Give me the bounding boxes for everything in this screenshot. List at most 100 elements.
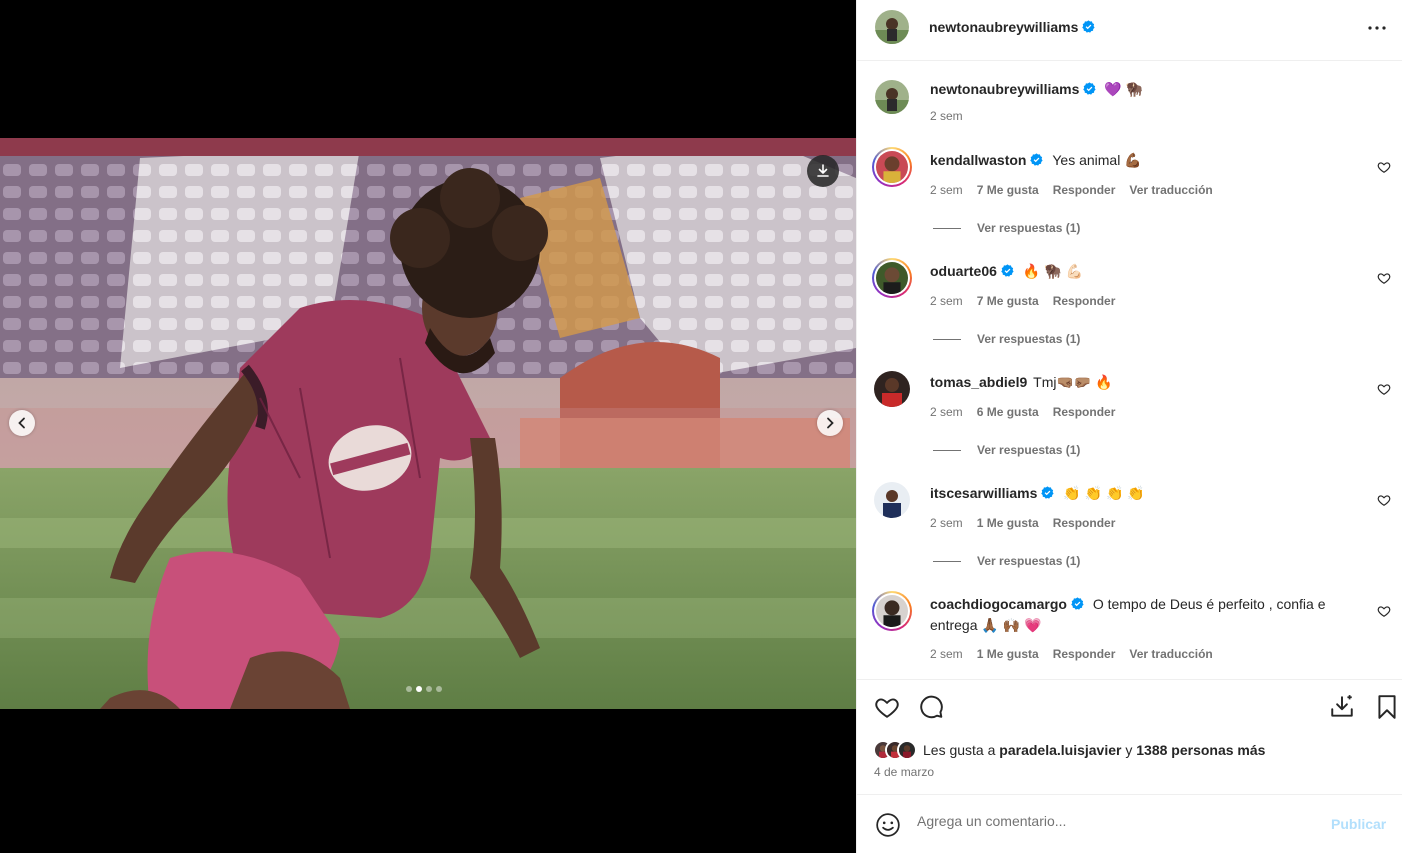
comment-text: tomas_abdiel9 Tmj🤜🏽🤛🏽 🔥 — [930, 372, 1370, 393]
comment-likes[interactable]: 1 Me gusta — [977, 647, 1039, 661]
comment-likes[interactable]: 1 Me gusta — [977, 516, 1039, 530]
caption-timestamp[interactable]: 2 sem — [930, 109, 963, 123]
view-replies-button[interactable]: Ver respuestas (1) — [933, 221, 1080, 235]
verified-badge-icon — [1083, 82, 1096, 95]
likes-connector: y — [1125, 742, 1133, 758]
publish-button[interactable]: Publicar — [1331, 816, 1386, 832]
reply-button[interactable]: Responder — [1053, 294, 1116, 308]
author-name-row: newtonaubreywilliams — [929, 19, 1095, 37]
comment-meta: 2 sem 1 Me gusta Responder — [930, 516, 1115, 530]
comment-time[interactable]: 2 sem — [930, 294, 963, 308]
previous-slide-button[interactable] — [9, 410, 35, 436]
chevron-right-icon — [827, 417, 834, 429]
post-actions: Les gusta a paradela.luisjavier y 1388 p… — [857, 679, 1402, 794]
view-replies-label: Ver respuestas (1) — [977, 443, 1081, 457]
bookmark-icon[interactable] — [1374, 694, 1400, 720]
view-replies-button[interactable]: Ver respuestas (1) — [933, 332, 1080, 346]
comment-likes[interactable]: 6 Me gusta — [977, 405, 1039, 419]
liker-username[interactable]: paradela.luisjavier — [999, 742, 1121, 758]
view-replies-label: Ver respuestas (1) — [977, 554, 1081, 568]
comment-body: Yes animal 💪🏾 — [1052, 152, 1142, 168]
comment-meta: 2 sem 7 Me gusta Responder — [930, 294, 1115, 308]
reply-button[interactable]: Responder — [1053, 405, 1116, 419]
comment-avatar[interactable] — [874, 371, 910, 407]
comment-username[interactable]: coachdiogocamargo — [930, 596, 1067, 612]
verified-badge-icon — [1041, 486, 1054, 499]
author-username[interactable]: newtonaubreywilliams — [929, 19, 1078, 35]
comment-like-heart-icon[interactable] — [1377, 160, 1391, 174]
comment-input[interactable] — [917, 813, 1317, 829]
comment-composer: Publicar — [857, 794, 1402, 853]
liker-avatar — [897, 740, 917, 760]
post-date[interactable]: 4 de marzo — [874, 765, 934, 779]
download-media-button[interactable] — [807, 155, 839, 187]
save-to-collection-icon[interactable] — [1329, 694, 1355, 720]
verified-badge-icon — [1001, 264, 1014, 277]
chevron-left-icon — [18, 417, 25, 429]
slide-dot-active — [416, 686, 422, 692]
view-replies-label: Ver respuestas (1) — [977, 221, 1081, 235]
caption-text: newtonaubreywilliams 💜 🦬 — [930, 79, 1370, 100]
heart-icon[interactable] — [874, 694, 900, 720]
reply-button[interactable]: Responder — [1053, 516, 1116, 530]
comment-time[interactable]: 2 sem — [930, 183, 963, 197]
media-viewer — [0, 0, 856, 853]
translate-button[interactable]: Ver traducción — [1129, 183, 1212, 197]
comment-text: kendallwaston Yes animal 💪🏾 — [930, 150, 1370, 171]
comment-avatar[interactable] — [872, 591, 912, 631]
slide-indicator — [406, 686, 442, 692]
post-photo — [0, 138, 856, 709]
comment-like-heart-icon[interactable] — [1377, 382, 1391, 396]
post-sidebar: newtonaubreywilliams newtonaubreywilliam… — [856, 0, 1402, 853]
reply-button[interactable]: Responder — [1053, 183, 1116, 197]
likes-summary: Les gusta a paradela.luisjavier y 1388 p… — [873, 740, 1265, 760]
comment-likes[interactable]: 7 Me gusta — [977, 294, 1039, 308]
comment-meta: 2 sem 1 Me gusta Responder Ver traducció… — [930, 647, 1213, 661]
slide-dot — [436, 686, 442, 692]
caption-meta: 2 sem — [930, 109, 963, 123]
post-header: newtonaubreywilliams — [857, 0, 1402, 61]
verified-badge-icon — [1030, 153, 1044, 166]
comment-avatar[interactable] — [874, 482, 910, 518]
comment-likes[interactable]: 7 Me gusta — [977, 183, 1039, 197]
next-slide-button[interactable] — [817, 410, 843, 436]
verified-badge-icon — [1082, 20, 1095, 33]
slide-dot — [426, 686, 432, 692]
comment-username[interactable]: itscesarwilliams — [930, 485, 1037, 501]
download-icon — [817, 164, 829, 177]
comment-text: itscesarwilliams 👏 👏 👏 👏 — [930, 483, 1370, 504]
translate-button[interactable]: Ver traducción — [1129, 647, 1212, 661]
comment-avatar[interactable] — [872, 147, 912, 187]
more-options-button[interactable] — [1365, 18, 1389, 38]
comment-text: oduarte06 🔥 🦬 💪🏻 — [930, 261, 1370, 282]
slide-dot — [406, 686, 412, 692]
comment-like-heart-icon[interactable] — [1377, 604, 1391, 618]
comment-username[interactable]: kendallwaston — [930, 152, 1026, 168]
reply-button[interactable]: Responder — [1053, 647, 1116, 661]
caption-username[interactable]: newtonaubreywilliams — [930, 81, 1079, 97]
author-avatar[interactable] — [875, 10, 909, 44]
emoji-smiley-icon[interactable] — [875, 812, 901, 838]
comment-username[interactable]: tomas_abdiel9 — [930, 374, 1027, 390]
more-horizontal-icon — [1368, 26, 1386, 30]
comment-body: Tmj🤜🏽🤛🏽 🔥 — [1033, 374, 1113, 390]
view-replies-button[interactable]: Ver respuestas (1) — [933, 554, 1080, 568]
verified-badge-icon — [1071, 597, 1084, 610]
football-player-image — [0, 138, 856, 709]
comment-avatar[interactable] — [872, 258, 912, 298]
comment-time[interactable]: 2 sem — [930, 647, 963, 661]
comment-time[interactable]: 2 sem — [930, 405, 963, 419]
caption-emojis: 💜 🦬 — [1104, 81, 1144, 97]
view-replies-button[interactable]: Ver respuestas (1) — [933, 443, 1080, 457]
comment-like-heart-icon[interactable] — [1377, 271, 1391, 285]
comment-like-heart-icon[interactable] — [1377, 493, 1391, 507]
likes-others[interactable]: 1388 personas más — [1136, 742, 1265, 758]
caption-author-avatar[interactable] — [875, 80, 909, 114]
likes-prefix: Les gusta a — [923, 742, 996, 758]
comment-username[interactable]: oduarte06 — [930, 263, 997, 279]
comment-body: 🔥 🦬 💪🏻 — [1022, 263, 1083, 279]
comment-icon[interactable] — [918, 694, 944, 720]
comment-meta: 2 sem 7 Me gusta Responder Ver traducció… — [930, 183, 1213, 197]
view-replies-label: Ver respuestas (1) — [977, 332, 1081, 346]
comment-time[interactable]: 2 sem — [930, 516, 963, 530]
